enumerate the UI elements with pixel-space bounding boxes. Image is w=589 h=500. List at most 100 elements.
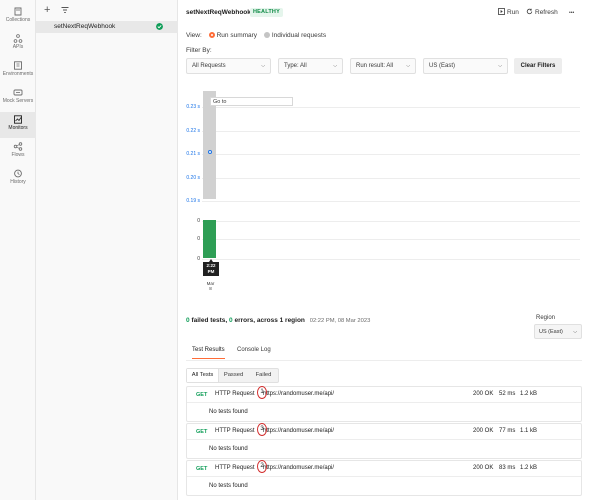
nav-label: Monitors [8,125,28,131]
y-tick-label: 0.23 s [186,104,200,110]
monitors-sidebar: + setNextReqWebhook [36,0,178,500]
request-summary: GET HTTP Request https://randomuser.me/a… [187,386,581,403]
nav-apis[interactable]: APIs [0,31,36,57]
chevron-down-icon: ⌵ [498,63,502,69]
gridline [202,239,580,240]
chevron-down-icon: ⌵ [406,63,410,69]
environments-icon [14,61,22,70]
filter-icon[interactable] [61,6,69,14]
chevron-down-icon: ⌵ [261,63,265,69]
request-name: HTTP Request [215,465,255,471]
result-filter-value: Run result: All [356,63,394,69]
left-nav: Collections APIs Environments Mock Serve… [0,0,36,500]
failed-tests-count: 0 [186,317,190,324]
play-icon [498,8,505,15]
request-method: GET [196,429,208,435]
nav-label: Collections [5,17,31,23]
nav-flows[interactable]: Flows [0,139,36,165]
request-size: 1.2 kB [520,465,538,471]
history-icon [14,169,22,178]
radio-individual-requests[interactable] [263,32,270,38]
goto-field[interactable]: Go to [210,97,293,106]
request-result-row[interactable]: GET HTTP Request https://randomuser.me/a… [186,460,582,496]
nav-collections[interactable]: Collections [0,4,36,30]
region-value: US (East) [539,329,563,335]
errors-text: errors, across 1 region [234,317,305,324]
gridline [202,201,580,202]
response-time-point[interactable] [208,150,212,154]
run-timestamp: 02:22 PM, 08 Mar 2023 [309,318,371,324]
region-filter-value: US (East) [429,63,456,69]
radio-individual-requests-label[interactable]: Individual requests [272,32,326,39]
response-time-chart: 0.23 s 0.22 s 0.21 s 0.20 s 0.19 s 0 0 0… [178,88,589,298]
tab-console-log[interactable]: Console Log [237,347,271,353]
clear-filters-button[interactable]: Clear Filters [514,58,562,74]
no-tests-text: No tests found [209,483,248,489]
annotation-mark: 1 [257,386,267,399]
add-monitor-button[interactable]: + [44,4,50,16]
view-selector: View: Run summary Individual requests [186,32,326,39]
y-tick-label-lower: 0 [197,256,200,262]
monitors-icon [14,115,22,124]
run-label: Run [507,9,519,16]
nav-mock-servers[interactable]: Mock Servers [0,85,36,111]
request-size: 1.2 kB [520,391,538,397]
tooltip-time: 2:22 PM [206,263,216,274]
nav-label: APIs [12,44,24,50]
type-filter-dropdown[interactable]: Type: All ⌵ [278,58,343,74]
nav-environments[interactable]: Environments [0,58,36,84]
chevron-down-icon: ⌵ [333,63,337,69]
x-label-day: 8 [209,286,212,291]
x-axis-date: Mar 8 [205,281,216,291]
more-options-button[interactable]: ••• [569,10,574,16]
nav-label: Mock Servers [2,98,34,104]
type-filter-value: Type: All [284,63,307,69]
page-title: setNextReqWebhook [186,9,251,16]
request-result-row[interactable]: GET HTTP Request https://randomuser.me/a… [186,423,582,459]
region-filter-dropdown[interactable]: US (East) ⌵ [423,58,508,74]
nav-history[interactable]: History [0,166,36,192]
sidebar-item-monitor[interactable]: setNextReqWebhook [36,21,178,33]
run-summary-text: 0 failed tests, 0 errors, across 1 regio… [186,317,370,324]
request-method: GET [196,466,208,472]
gridline [202,131,580,132]
requests-filter-dropdown[interactable]: All Requests ⌵ [186,58,271,74]
request-url: https://randomuser.me/api/ [263,391,335,397]
request-result-row[interactable]: GET HTTP Request https://randomuser.me/a… [186,386,582,422]
region-dropdown[interactable]: US (East) ⌵ [534,324,582,339]
y-tick-label: 0.22 s [186,128,200,134]
requests-filter-value: All Requests [192,63,226,69]
check-circle-icon [156,23,163,30]
y-tick-label-lower: 0 [197,218,200,224]
request-status: 200 OK [473,465,494,471]
radio-run-summary[interactable] [208,32,215,38]
radio-run-summary-label[interactable]: Run summary [217,32,257,39]
tab-test-results[interactable]: Test Results [192,347,225,359]
segment-all-tests[interactable]: All Tests [187,369,219,382]
response-time-bar[interactable] [203,91,216,199]
nav-label: History [10,179,26,185]
chevron-down-icon: ⌵ [573,329,577,335]
run-button[interactable]: Run [498,8,519,16]
annotation-mark: 2 [257,460,267,473]
result-filter-dropdown[interactable]: Run result: All ⌵ [350,58,416,74]
region-label: Region [536,315,556,321]
refresh-icon [526,8,533,15]
request-size: 1.1 kB [520,428,538,434]
y-tick-label: 0.20 s [186,175,200,181]
request-method: GET [196,392,208,398]
refresh-button[interactable]: Refresh [526,8,558,16]
mock-servers-icon [13,89,23,96]
apis-icon [13,34,23,43]
segment-passed[interactable]: Passed [219,369,248,382]
gridline [202,259,580,260]
view-label: View: [186,32,202,39]
nav-monitors[interactable]: Monitors [0,112,36,138]
test-result-bar[interactable] [203,220,216,258]
segment-failed[interactable]: Failed [249,369,278,382]
no-tests-text: No tests found [209,446,248,452]
request-summary: GET HTTP Request https://randomuser.me/a… [187,423,581,440]
gridline [202,221,580,222]
request-time: 77 ms [499,428,516,434]
request-status: 200 OK [473,391,494,397]
